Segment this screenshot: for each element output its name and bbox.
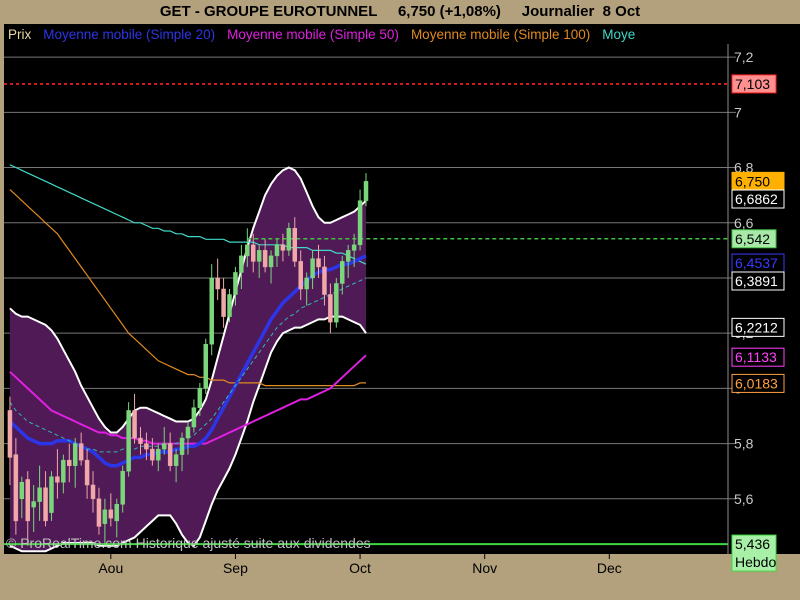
candle-body <box>351 244 357 251</box>
candle-body <box>191 407 197 428</box>
candle-body <box>126 410 131 472</box>
indicator-legend: Prix Moyenne mobile (Simple 20) Moyenne mo… <box>4 24 800 44</box>
candle-body <box>31 501 36 508</box>
y-tick-label: 7 <box>734 104 742 120</box>
candle-body <box>245 244 250 257</box>
candle-body <box>357 200 363 246</box>
candle-body <box>19 481 25 500</box>
candle-body <box>102 509 108 524</box>
price-label: 6,4537 <box>735 255 778 271</box>
candle-body <box>345 250 351 262</box>
level-label: 7,103 <box>735 76 770 92</box>
candle-body <box>322 266 327 295</box>
candle-body <box>227 294 232 317</box>
candle-body <box>150 448 155 461</box>
candle-body <box>84 459 90 486</box>
y-tick-label: 5,6 <box>734 491 754 507</box>
candle-body <box>262 250 268 268</box>
candle-body <box>49 476 54 513</box>
candle-body <box>138 437 143 444</box>
x-tick-label: Aou <box>98 560 123 576</box>
candle-body <box>132 410 137 439</box>
x-tick-label: Nov <box>472 560 497 576</box>
candle-body <box>256 250 262 262</box>
candle-body <box>280 244 286 251</box>
candle-body <box>286 228 292 251</box>
candle-body <box>215 277 220 290</box>
level-sublabel: Hebdo <box>735 554 776 570</box>
candle-body <box>167 443 173 466</box>
candle-body <box>120 470 125 505</box>
candle-body <box>340 261 345 284</box>
candle-body <box>310 258 315 279</box>
price-label: 6,0183 <box>735 375 778 391</box>
legend-entry: Prix <box>8 27 31 42</box>
y-tick-label: 7,2 <box>734 49 754 65</box>
candle-body <box>43 487 48 522</box>
candle-body <box>203 343 209 389</box>
candle-body <box>156 448 161 461</box>
candle-body <box>37 487 42 502</box>
candle-body <box>67 459 72 466</box>
candle-body <box>13 454 19 522</box>
candle-body <box>209 277 214 345</box>
candle-body <box>233 272 238 295</box>
candle-body <box>334 283 339 323</box>
candle-body <box>25 479 30 522</box>
candle-body <box>55 476 60 483</box>
price-label: 6,3891 <box>735 273 778 289</box>
price-chart[interactable]: 7,276,86,66,46,265,85,6AouSepOctNovDec7,… <box>0 0 800 600</box>
candle-body <box>328 294 333 323</box>
candle-body <box>161 443 167 450</box>
candle-body <box>7 410 13 458</box>
candle-body <box>144 443 149 450</box>
candle-body <box>250 244 256 262</box>
candle-body <box>72 443 78 466</box>
price-label: 6,2212 <box>735 319 778 335</box>
copyright-note: © ProRealTime.com Historique ajusté suit… <box>6 535 371 551</box>
candle-body <box>61 459 66 483</box>
y-tick-label: 5,8 <box>734 436 754 452</box>
candle-body <box>173 454 179 466</box>
candle-body <box>304 277 309 290</box>
legend-entry: Moyenne mobile (Simple 50) <box>227 27 399 42</box>
candle-body <box>108 509 114 519</box>
legend-entry: Moye <box>602 27 635 42</box>
legend-entry: Moyenne mobile (Simple 100) <box>411 27 590 42</box>
candle-body <box>114 504 120 522</box>
x-tick-label: Oct <box>349 560 371 576</box>
x-tick-label: Sep <box>223 560 248 576</box>
candle-body <box>96 498 102 527</box>
candle-body <box>221 288 226 317</box>
legend-entry: Moyenne mobile (Simple 20) <box>43 27 215 42</box>
candle-body <box>316 258 321 268</box>
candle-body <box>197 388 203 408</box>
price-label: 6,750 <box>735 173 770 189</box>
x-tick-label: Dec <box>597 560 622 576</box>
candle-body <box>274 244 280 257</box>
candle-body <box>90 484 96 500</box>
level-label: 5,436 <box>735 536 770 552</box>
candle-body <box>78 443 84 461</box>
candle-body <box>185 426 191 439</box>
level-label: 6,542 <box>735 231 770 247</box>
candle-body <box>298 261 303 290</box>
candle-body <box>363 181 369 201</box>
y-tick-label: 6,6 <box>734 215 754 231</box>
candle-body <box>179 437 185 455</box>
candle-body <box>268 255 274 268</box>
candle-body <box>239 255 244 273</box>
candle-body <box>292 228 298 262</box>
price-label: 6,1133 <box>735 349 777 365</box>
price-label: 6,6862 <box>735 191 778 207</box>
